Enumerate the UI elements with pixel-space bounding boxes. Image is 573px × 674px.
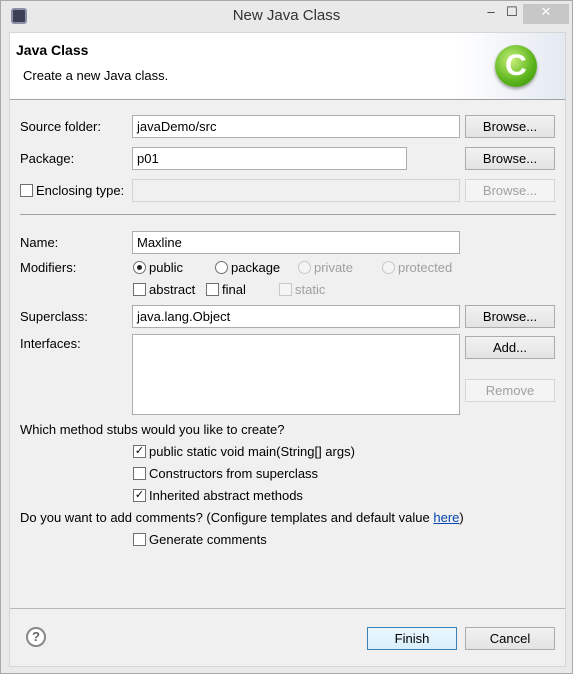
source-folder-browse-button[interactable]: Browse... [465, 115, 555, 138]
protected-radio [382, 261, 395, 274]
enclosing-type-label: Enclosing type: [36, 183, 125, 198]
minimize-button[interactable]: – [481, 4, 501, 24]
superclass-label: Superclass: [20, 309, 88, 324]
separator [20, 214, 556, 215]
comments-question-text: Do you want to add comments? (Configure … [20, 510, 434, 525]
close-button[interactable]: ✕ [523, 4, 569, 24]
comments-question-close: ) [459, 510, 464, 525]
title-bar[interactable]: New Java Class – ☐ ✕ [1, 1, 572, 32]
enclosing-type-browse-button: Browse... [465, 179, 555, 202]
generate-comments-label: Generate comments [149, 532, 267, 547]
public-radio[interactable] [133, 261, 146, 274]
static-checkbox [279, 283, 292, 296]
footer-separator [10, 608, 565, 609]
inherited-methods-checkbox[interactable]: ✓ [133, 489, 146, 502]
superclass-browse-button[interactable]: Browse... [465, 305, 555, 328]
wizard-description: Create a new Java class. [23, 68, 169, 83]
remove-interface-button: Remove [465, 379, 555, 402]
main-method-checkbox[interactable]: ✓ [133, 445, 146, 458]
package-browse-button[interactable]: Browse... [465, 147, 555, 170]
java-class-icon: C [495, 45, 537, 87]
inherited-methods-label: Inherited abstract methods [149, 488, 303, 503]
dialog-content: Java Class Create a new Java class. C So… [9, 32, 566, 667]
dialog-window: New Java Class – ☐ ✕ Java Class Create a… [0, 0, 573, 674]
name-label: Name: [20, 235, 59, 250]
maximize-button[interactable]: ☐ [501, 4, 523, 24]
superclass-input[interactable]: java.lang.Object [132, 305, 460, 328]
comments-question: Do you want to add comments? (Configure … [20, 510, 464, 526]
source-folder-label: Source folder: [20, 119, 101, 134]
help-icon[interactable]: ? [26, 627, 46, 647]
modifiers-label: Modifiers: [20, 260, 77, 275]
final-checkbox[interactable] [206, 283, 219, 296]
enclosing-type-input [132, 179, 460, 202]
abstract-label: abstract [149, 282, 196, 297]
package-radio[interactable] [215, 261, 228, 274]
protected-label: protected [398, 260, 453, 275]
static-label: static [295, 282, 326, 297]
configure-templates-link[interactable]: here [433, 510, 459, 525]
generate-comments-checkbox[interactable] [133, 533, 146, 546]
package-modifier-label: package [231, 260, 281, 275]
name-input[interactable]: Maxline [132, 231, 460, 254]
abstract-checkbox[interactable] [133, 283, 146, 296]
constructors-checkbox[interactable] [133, 467, 146, 480]
enclosing-type-checkbox[interactable] [20, 184, 33, 197]
method-stubs-question: Which method stubs would you like to cre… [20, 422, 285, 437]
add-interface-button[interactable]: Add... [465, 336, 555, 359]
interfaces-label: Interfaces: [20, 336, 81, 351]
source-folder-input[interactable]: javaDemo/src [132, 115, 460, 138]
interfaces-list[interactable] [132, 334, 460, 415]
private-label: private [314, 260, 354, 275]
private-radio [298, 261, 311, 274]
package-input[interactable]: p01 [132, 147, 407, 170]
main-method-label: public static void main(String[] args) [149, 444, 355, 459]
finish-button[interactable]: Finish [367, 627, 457, 650]
package-label: Package: [20, 151, 75, 166]
wizard-title: Java Class [16, 42, 89, 58]
wizard-header: Java Class Create a new Java class. C [10, 33, 565, 100]
cancel-button[interactable]: Cancel [465, 627, 555, 650]
public-label: public [149, 260, 183, 275]
final-label: final [222, 282, 246, 297]
constructors-label: Constructors from superclass [149, 466, 319, 481]
